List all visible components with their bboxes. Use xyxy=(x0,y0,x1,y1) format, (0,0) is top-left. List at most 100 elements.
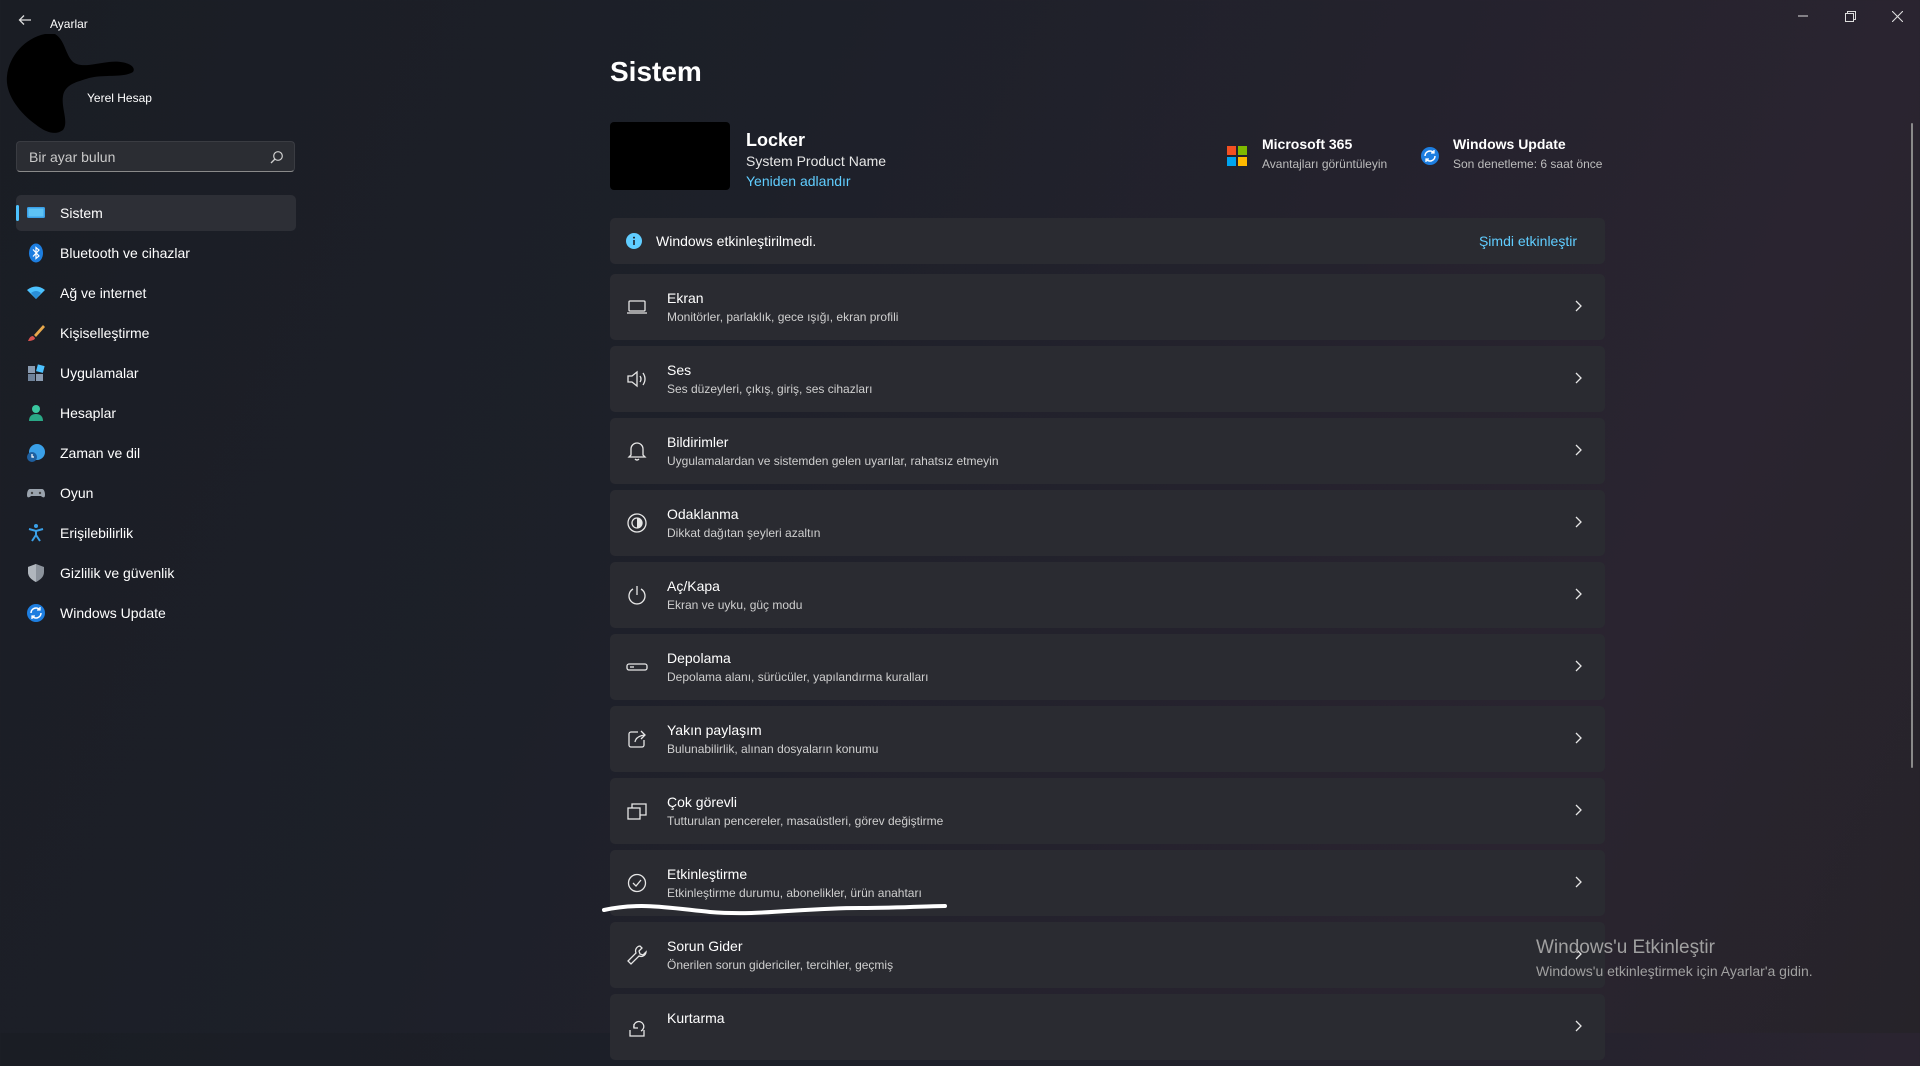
activate-now-link[interactable]: Şimdi etkinleştir xyxy=(1479,233,1577,249)
sidebar-item-label: Kişiselleştirme xyxy=(60,325,150,341)
system-icon xyxy=(27,207,45,218)
row-subtitle: Uygulamalardan ve sistemden gelen uyarıl… xyxy=(667,454,999,468)
tile-title: Windows Update xyxy=(1453,136,1566,152)
settings-row-odaklanma[interactable]: Odaklanma Dikkat dağıtan şeyleri azaltın xyxy=(610,490,1605,556)
chevron-right-icon xyxy=(1575,588,1582,600)
sidebar-item-gaming[interactable]: Oyun xyxy=(16,475,296,511)
sidebar-item-accounts[interactable]: Hesaplar xyxy=(16,395,296,431)
accessibility-icon xyxy=(28,524,44,542)
chevron-right-icon xyxy=(1575,516,1582,528)
sidebar-item-privacy[interactable]: Gizlilik ve güvenlik xyxy=(16,555,296,591)
row-title: Aç/Kapa xyxy=(667,578,720,594)
sidebar-item-label: Oyun xyxy=(60,485,94,501)
settings-row-cok-gorevli[interactable]: Çok görevli Tutturulan pencereler, masaü… xyxy=(610,778,1605,844)
sidebar-item-label: Erişilebilirlik xyxy=(60,525,134,541)
clock-globe-icon xyxy=(27,444,45,462)
chevron-right-icon xyxy=(1575,1020,1582,1032)
settings-row-depolama[interactable]: Depolama Depolama alanı, sürücüler, yapı… xyxy=(610,634,1605,700)
settings-row-sorun-gider[interactable]: Sorun Gider Önerilen sorun gidericiler, … xyxy=(610,922,1605,988)
sidebar-item-label: Uygulamalar xyxy=(60,365,139,381)
microsoft-logo-icon xyxy=(1227,146,1247,166)
sidebar-item-accessibility[interactable]: Erişilebilirlik xyxy=(16,515,296,551)
account-icon xyxy=(29,405,43,421)
close-icon[interactable] xyxy=(1874,0,1920,32)
update-icon xyxy=(27,604,45,622)
row-title: Kurtarma xyxy=(667,1010,725,1026)
activation-status-text: Windows etkinleştirilmedi. xyxy=(656,233,817,249)
gamepad-icon xyxy=(27,489,45,498)
wrench-icon xyxy=(627,945,647,965)
settings-row-bildirimler[interactable]: Bildirimler Uygulamalardan ve sistemden … xyxy=(610,418,1605,484)
row-subtitle: Bulunabilirlik, alınan dosyaların konumu xyxy=(667,742,879,756)
search-input[interactable] xyxy=(27,148,261,166)
account-name: Yerel Hesap xyxy=(87,91,152,105)
search-box[interactable] xyxy=(16,141,295,172)
bluetooth-icon xyxy=(29,243,43,263)
share-icon xyxy=(628,730,646,748)
windows-update-tile[interactable]: Windows Update Son denetleme: 6 saat önc… xyxy=(1421,136,1602,171)
scrollbar[interactable] xyxy=(1911,123,1913,768)
display-icon xyxy=(627,300,647,314)
tile-title: Microsoft 365 xyxy=(1262,136,1353,152)
row-title: Çok görevli xyxy=(667,794,738,810)
sidebar-item-personalization[interactable]: Kişiselleştirme xyxy=(16,315,296,351)
sidebar-item-label: Zaman ve dil xyxy=(60,445,141,461)
sidebar-item-apps[interactable]: Uygulamalar xyxy=(16,355,296,391)
minimize-icon[interactable] xyxy=(1780,0,1826,32)
chevron-right-icon xyxy=(1575,300,1582,312)
check-circle-icon xyxy=(627,873,647,893)
recovery-icon xyxy=(629,1020,645,1037)
sidebar-item-label: Bluetooth ve cihazlar xyxy=(60,245,190,261)
chevron-right-icon xyxy=(1575,372,1582,384)
row-title: Ses xyxy=(667,362,692,378)
row-subtitle: Dikkat dağıtan şeyleri azaltın xyxy=(667,526,821,540)
row-subtitle: Tutturulan pencereler, masaüstleri, göre… xyxy=(667,814,944,828)
sidebar-nav: Sistem Bluetooth ve cihazlar Ağ ve inter… xyxy=(16,195,296,635)
microsoft365-tile[interactable]: Microsoft 365 Avantajları görüntüleyin xyxy=(1227,136,1388,171)
sidebar-item-network[interactable]: Ağ ve internet xyxy=(16,275,296,311)
chevron-right-icon xyxy=(1575,660,1582,672)
settings-row-yakin-paylasim[interactable]: Yakın paylaşım Bulunabilirlik, alınan do… xyxy=(610,706,1605,772)
brush-icon xyxy=(28,325,45,341)
device-name: Locker xyxy=(746,130,806,150)
power-icon xyxy=(628,586,646,605)
tile-subtitle: Avantajları görüntüleyin xyxy=(1262,157,1388,171)
chevron-right-icon xyxy=(1575,804,1582,816)
sidebar-item-time-language[interactable]: Zaman ve dil xyxy=(16,435,296,471)
avatar[interactable] xyxy=(5,32,135,136)
focus-icon xyxy=(627,513,647,533)
shield-icon xyxy=(28,564,44,582)
row-title: Sorun Gider xyxy=(667,938,743,954)
row-title: Bildirimler xyxy=(667,434,729,450)
settings-row-ac-kapa[interactable]: Aç/Kapa Ekran ve uyku, güç modu xyxy=(610,562,1605,628)
sidebar-item-label: Gizlilik ve güvenlik xyxy=(60,565,175,581)
device-product: System Product Name xyxy=(746,153,887,169)
sidebar-item-windows-update[interactable]: Windows Update xyxy=(16,595,296,631)
restore-icon[interactable] xyxy=(1827,0,1873,32)
search-icon[interactable] xyxy=(270,150,284,164)
row-title: Etkinleştirme xyxy=(667,866,748,882)
rename-link[interactable]: Yeniden adlandır xyxy=(746,173,851,189)
sidebar-item-label: Hesaplar xyxy=(60,405,117,421)
device-image xyxy=(610,122,730,190)
underline-annotation xyxy=(602,904,947,916)
app-title: Ayarlar xyxy=(50,17,88,31)
sidebar-item-bluetooth[interactable]: Bluetooth ve cihazlar xyxy=(16,235,296,271)
update-icon xyxy=(1421,147,1439,165)
row-subtitle: Önerilen sorun gidericiler, tercihler, g… xyxy=(667,958,894,972)
row-title: Ekran xyxy=(667,290,704,306)
settings-row-ses[interactable]: Ses Ses düzeyleri, çıkış, giriş, ses cih… xyxy=(610,346,1605,412)
activation-watermark: Windows'u Etkinleştir Windows'u etkinleş… xyxy=(1536,937,1813,979)
sidebar-item-sistem[interactable]: Sistem xyxy=(16,195,296,231)
settings-row-ekran[interactable]: Ekran Monitörler, parlaklık, gece ışığı,… xyxy=(610,274,1605,340)
info-icon xyxy=(626,233,642,249)
storage-icon xyxy=(626,663,648,671)
row-subtitle: Ses düzeyleri, çıkış, giriş, ses cihazla… xyxy=(667,382,873,396)
settings-row-kurtarma[interactable]: Kurtarma xyxy=(610,994,1605,1060)
row-title: Depolama xyxy=(667,650,731,666)
apps-icon xyxy=(28,364,45,381)
row-subtitle: Monitörler, parlaklık, gece ışığı, ekran… xyxy=(667,310,899,324)
arrow-left-icon[interactable] xyxy=(14,12,36,34)
row-subtitle: Ekran ve uyku, güç modu xyxy=(667,598,803,612)
sidebar-item-label: Sistem xyxy=(60,205,103,221)
